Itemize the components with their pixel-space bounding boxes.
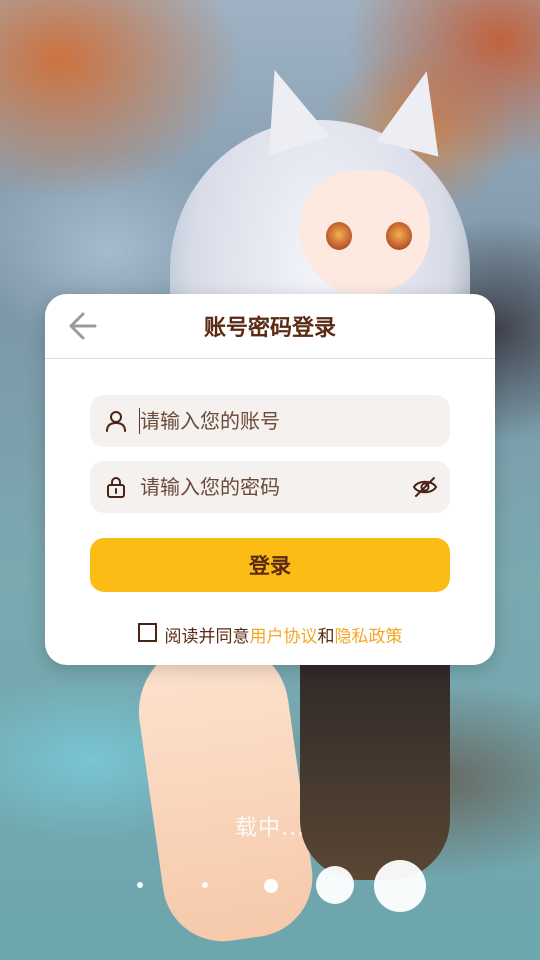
loading-text: 载中... <box>235 816 305 841</box>
privacy-policy-link[interactable]: 隐私政策 <box>335 627 403 647</box>
character-eye-right <box>386 222 412 250</box>
account-input[interactable] <box>140 395 390 447</box>
account-field[interactable] <box>90 395 450 447</box>
login-card: 账号密码登录 登录 阅读并同意用户协议和隐私政策 <box>45 294 495 665</box>
loading-dot <box>316 866 354 904</box>
loading-dot <box>202 882 208 888</box>
agreement-prefix: 阅读并同意 <box>164 627 250 647</box>
loading-dot <box>264 879 278 893</box>
password-input[interactable] <box>140 461 390 513</box>
loading-dot <box>374 860 426 912</box>
agreement-and: 和 <box>317 627 335 647</box>
card-header: 账号密码登录 <box>45 294 495 359</box>
character-ear-right <box>376 63 458 157</box>
lock-icon <box>107 477 125 498</box>
agreement-row: 阅读并同意用户协议和隐私政策 <box>45 622 495 647</box>
loading-dot <box>137 882 143 888</box>
character-eye-left <box>326 222 352 250</box>
character-leg <box>129 631 321 949</box>
user-agreement-link[interactable]: 用户协议 <box>250 627 318 647</box>
login-button[interactable]: 登录 <box>90 538 450 592</box>
password-field[interactable] <box>90 461 450 513</box>
page-title: 账号密码登录 <box>203 316 336 341</box>
eye-off-icon[interactable] <box>412 475 438 499</box>
user-icon <box>106 411 126 432</box>
character-dress <box>300 640 450 880</box>
agreement-checkbox[interactable] <box>137 623 157 642</box>
